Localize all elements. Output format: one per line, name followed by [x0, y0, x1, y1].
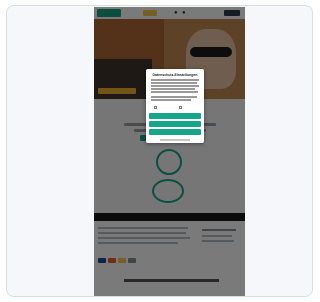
consent-text-line [151, 85, 199, 87]
consent-text-line [151, 82, 197, 84]
consent-footer-links[interactable] [160, 139, 190, 141]
save-settings-button[interactable] [149, 121, 201, 127]
deny-button[interactable] [149, 129, 201, 135]
consent-checkbox-right[interactable] [179, 106, 182, 109]
consent-text-line [151, 79, 199, 81]
accept-all-button[interactable] [149, 113, 201, 119]
modal-overlay[interactable] [94, 7, 245, 296]
consent-text-line [151, 96, 197, 98]
cookie-consent-dialog: Datenschutz-Einstellungen [146, 69, 204, 143]
consent-checkbox-left[interactable] [154, 106, 157, 109]
consent-title: Datenschutz-Einstellungen [152, 73, 198, 77]
consent-text-line [151, 99, 191, 101]
consent-text-line [151, 91, 198, 93]
preview-card: ● ● [6, 5, 313, 297]
consent-text-line [151, 88, 195, 90]
mobile-page-screenshot: ● ● [94, 7, 245, 296]
